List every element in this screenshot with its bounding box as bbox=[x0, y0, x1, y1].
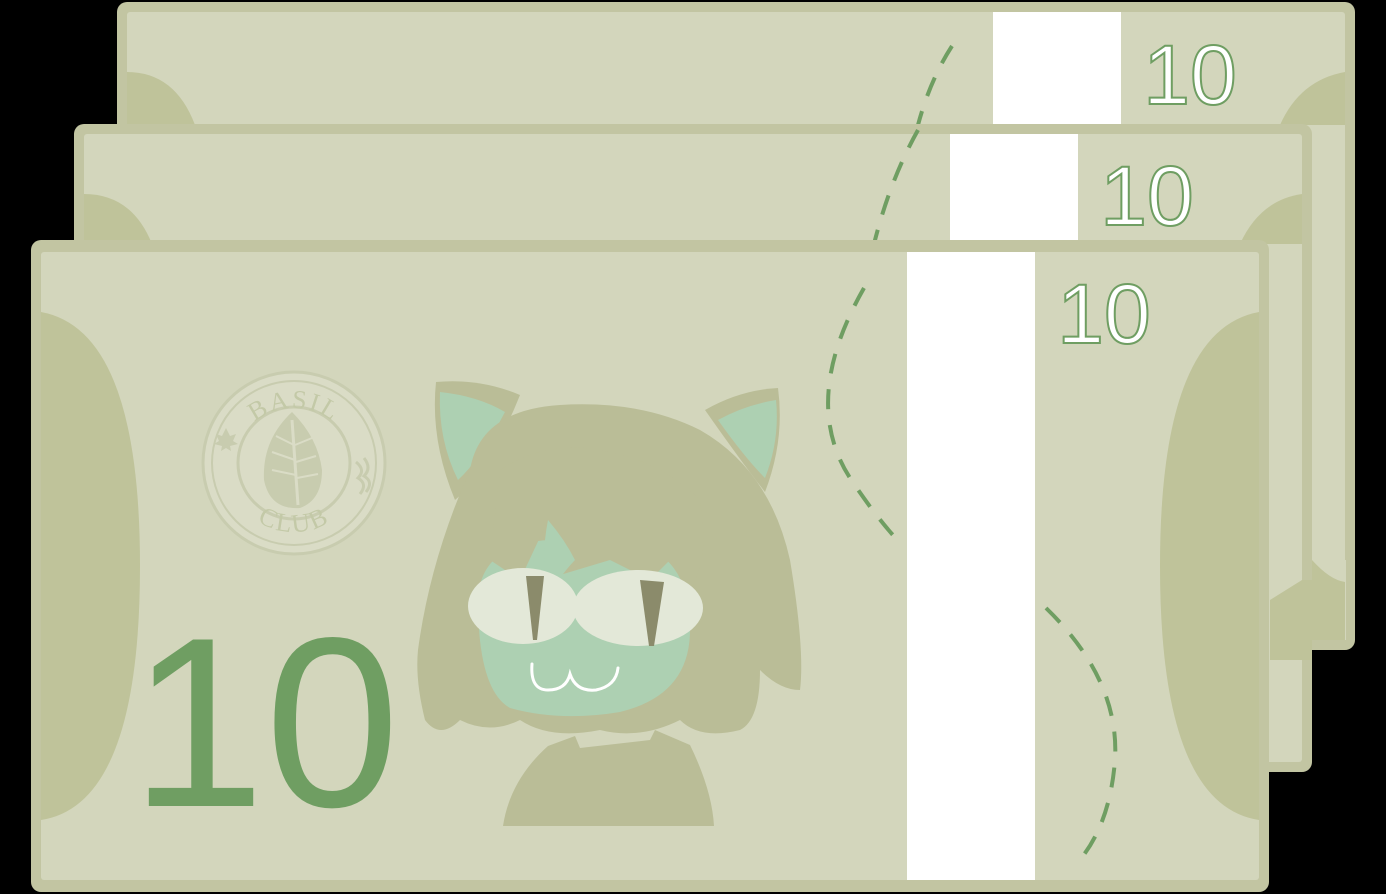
security-strip bbox=[907, 252, 1035, 880]
banknote-stack: 10 10 10 10 BASIL CLUB bbox=[31, 2, 1355, 892]
banknote-front: 10 10 BASIL CLUB bbox=[31, 240, 1269, 892]
denomination-corner: 10 bbox=[1057, 267, 1150, 361]
banknote-back-edge bbox=[1312, 560, 1346, 640]
denomination-corner: 10 bbox=[1143, 28, 1236, 122]
denomination-corner: 10 bbox=[1100, 149, 1193, 243]
denomination-large: 10 bbox=[130, 588, 399, 858]
security-strip bbox=[993, 12, 1121, 125]
basil-club-seal: BASIL CLUB bbox=[201, 370, 387, 556]
security-strip bbox=[950, 134, 1078, 244]
